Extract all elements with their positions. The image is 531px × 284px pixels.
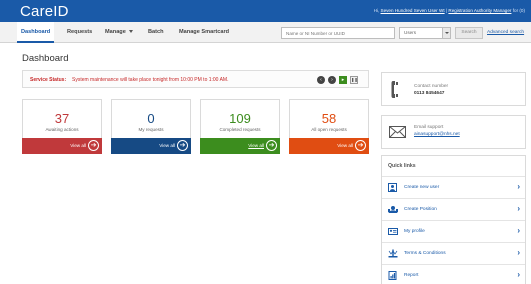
service-status-label: Service Status:	[30, 77, 67, 83]
page-title: Dashboard	[22, 53, 69, 64]
chevron-down-icon	[128, 30, 133, 34]
email-support-panel: Email support ainasupport@nhs.net	[381, 115, 526, 149]
email-support-label: Email support	[414, 125, 444, 130]
play-icon[interactable]: ▸	[339, 76, 347, 84]
quick-link-report[interactable]: Report ›	[382, 264, 525, 284]
add-user-icon	[388, 183, 397, 192]
search-scope-value: Users	[404, 30, 416, 35]
service-status-banner: Service Status: System maintenance will …	[22, 70, 369, 88]
contact-number-label: Contact number	[414, 84, 449, 89]
arrow-right-icon[interactable]: ➔	[88, 140, 99, 151]
view-all-link[interactable]: View all	[248, 143, 264, 148]
stat-card-awaiting: 37 Awaiting actions View all ➔	[22, 99, 102, 154]
tab-requests[interactable]: Requests	[67, 22, 92, 43]
stat-card-my-requests: 0 My requests View all ➔	[111, 99, 191, 154]
quick-link-label: Create new user	[404, 185, 440, 190]
app-logo: CareID	[20, 3, 69, 20]
phone-icon	[391, 81, 398, 98]
quick-links-title: Quick links	[388, 163, 416, 169]
my-requests-count: 0	[147, 111, 155, 126]
quick-link-label: Report	[404, 273, 419, 278]
next-icon[interactable]: ›	[328, 76, 336, 84]
quick-link-my-profile[interactable]: My profile ›	[382, 220, 525, 241]
greeting-text: Hi,	[373, 8, 380, 13]
completed-label: Completed requests	[219, 127, 261, 132]
completed-view-all-bar[interactable]: View all ➔	[200, 138, 280, 154]
terms-icon	[388, 249, 398, 258]
tab-batch[interactable]: Batch	[148, 22, 164, 43]
pause-icon[interactable]: ❚❚	[350, 76, 358, 84]
quick-link-label: Terms & Conditions	[404, 251, 446, 256]
awaiting-view-all-bar[interactable]: View all ➔	[22, 138, 102, 154]
service-status-message: System maintenance will take place tonig…	[72, 77, 229, 83]
chevron-right-icon: ›	[517, 182, 520, 191]
stat-card-completed: 109 Completed requests View all ➔	[200, 99, 280, 154]
chevron-right-icon: ›	[517, 248, 520, 257]
quick-link-terms[interactable]: Terms & Conditions ›	[382, 242, 525, 263]
previous-icon[interactable]: ‹	[317, 76, 325, 84]
all-open-count: 58	[321, 111, 337, 126]
tab-manage[interactable]: Manage	[105, 22, 133, 43]
tab-manage-label: Manage	[105, 29, 126, 35]
awaiting-count: 37	[54, 111, 70, 126]
quick-link-label: Create Position	[404, 207, 437, 212]
search-input[interactable]	[281, 27, 395, 39]
contact-panel: Contact number 0113 8454647	[381, 72, 526, 106]
view-all-link[interactable]: View all	[70, 143, 86, 148]
role-suffix: for (0)	[512, 8, 525, 13]
quick-link-create-user[interactable]: Create new user ›	[382, 176, 525, 197]
user-name-link[interactable]: Seven Hundred Seven User Wt	[381, 8, 445, 13]
awaiting-label: Awaiting actions	[45, 127, 79, 132]
chevron-right-icon: ›	[517, 226, 520, 235]
top-header: CareID Hi, Seven Hundred Seven User Wt |…	[0, 0, 531, 22]
view-all-link[interactable]: View all	[337, 143, 353, 148]
view-all-link[interactable]: View all	[159, 143, 175, 148]
position-icon	[388, 206, 398, 213]
quick-link-label: My profile	[404, 229, 425, 234]
advanced-search-link[interactable]: Advanced search	[487, 30, 524, 35]
arrow-right-icon[interactable]: ➔	[177, 140, 188, 151]
user-info: Hi, Seven Hundred Seven User Wt | Regist…	[374, 8, 525, 13]
chevron-right-icon: ›	[517, 270, 520, 279]
contact-number-value: 0113 8454647	[414, 91, 445, 96]
separator: |	[445, 8, 448, 13]
quick-link-create-position[interactable]: Create Position ›	[382, 198, 525, 219]
tab-dashboard[interactable]: Dashboard	[17, 22, 55, 43]
profile-card-icon	[388, 228, 398, 235]
role-link[interactable]: Registration Authority Manager	[448, 8, 511, 13]
search-scope-select[interactable]: Users	[399, 27, 451, 39]
all-open-view-all-bar[interactable]: View all ➔	[289, 138, 369, 154]
report-icon	[388, 271, 397, 280]
tab-manage-smartcard[interactable]: Manage Smartcard	[179, 22, 229, 43]
arrow-right-icon[interactable]: ➔	[266, 140, 277, 151]
envelope-icon	[389, 126, 406, 138]
stat-card-all-open: 58 All open requests View all ➔	[289, 99, 369, 154]
my-requests-view-all-bar[interactable]: View all ➔	[111, 138, 191, 154]
main-nav: Dashboard Requests Manage Batch Manage S…	[0, 22, 531, 43]
search-button[interactable]: Search	[455, 27, 483, 39]
email-support-link[interactable]: ainasupport@nhs.net	[414, 132, 460, 137]
chevron-right-icon: ›	[517, 204, 520, 213]
quick-links-panel: Quick links Create new user › Create Pos…	[381, 155, 526, 284]
my-requests-label: My requests	[138, 127, 164, 132]
arrow-right-icon[interactable]: ➔	[355, 140, 366, 151]
all-open-label: All open requests	[311, 127, 347, 132]
completed-count: 109	[229, 111, 251, 126]
dropdown-arrow-icon	[442, 28, 450, 38]
